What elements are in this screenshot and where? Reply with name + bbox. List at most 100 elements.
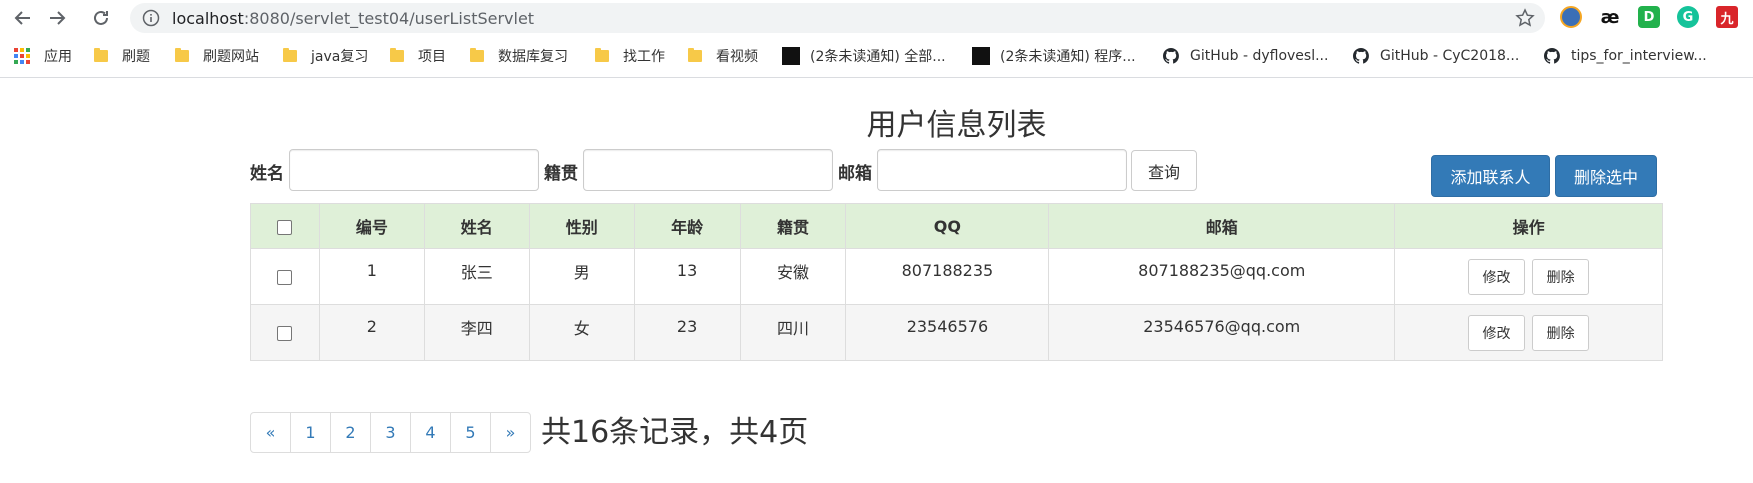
github-icon xyxy=(1352,48,1369,64)
header-gender: 性别 xyxy=(528,203,635,249)
bookmark-label: GitHub - CyC2018... xyxy=(1380,48,1520,64)
delete-selected-button[interactable]: 删除选中 xyxy=(1555,155,1657,197)
info-icon[interactable] xyxy=(142,9,160,27)
browser-chrome: localhost:8080/servlet_test04/userListSe… xyxy=(0,0,1753,78)
cell-actions: 修改 删除 xyxy=(1394,248,1663,305)
edit-button[interactable]: 修改 xyxy=(1468,314,1526,351)
delete-button[interactable]: 删除 xyxy=(1532,314,1590,351)
name-label: 姓名 xyxy=(250,164,284,184)
folder-icon xyxy=(595,48,609,62)
github-icon xyxy=(1543,48,1560,64)
bookmark-item[interactable]: java复习 xyxy=(283,46,368,66)
bookmark-item[interactable]: 项目 xyxy=(390,46,446,66)
cell-age-text: 23 xyxy=(676,317,698,336)
table-header-row: 编号 姓名 性别 年龄 籍贯 QQ 邮箱 操作 xyxy=(250,203,1663,249)
extension-glyph: æ xyxy=(1600,6,1620,28)
cell-qq: 23546576 xyxy=(845,304,1050,361)
bookmark-item[interactable]: (2条未读通知) 程序... xyxy=(972,46,1136,66)
email-input[interactable] xyxy=(877,149,1127,191)
table-row: 1 张三 男 13 安徽 807188235 807188235@qq.com … xyxy=(250,248,1663,305)
bookmark-item[interactable]: (2条未读通知) 全部... xyxy=(782,46,946,66)
url-text: localhost:8080/servlet_test04/userListSe… xyxy=(172,9,534,28)
cell-gender: 男 xyxy=(528,248,635,305)
header-id: 编号 xyxy=(318,203,425,249)
reload-button[interactable] xyxy=(88,5,114,31)
bookmark-item[interactable]: GitHub - dyflovesl... xyxy=(1162,46,1328,66)
cell-actions: 修改 删除 xyxy=(1394,304,1663,361)
row-checkbox[interactable] xyxy=(277,270,293,285)
extension-red-icon[interactable]: 九 xyxy=(1716,6,1738,28)
bookmark-item[interactable]: 看视频 xyxy=(688,46,758,66)
cell-origin: 安徽 xyxy=(739,248,847,305)
forward-button[interactable] xyxy=(44,5,70,31)
cell-qq-text: 23546576 xyxy=(906,317,989,336)
bookmark-item[interactable]: GitHub - CyC2018... xyxy=(1352,46,1519,66)
apps-grid-dot xyxy=(14,48,18,52)
star-icon[interactable] xyxy=(1515,8,1535,28)
pagination-page-5[interactable]: 5 xyxy=(450,412,491,453)
delete-button[interactable]: 删除 xyxy=(1532,258,1590,295)
cell-email: 23546576@qq.com xyxy=(1048,304,1396,361)
header-email: 邮箱 xyxy=(1048,203,1396,249)
folder-icon xyxy=(390,48,404,62)
cell-qq-text: 807188235 xyxy=(901,261,994,280)
bookmark-label: 数据库复习 xyxy=(498,49,568,65)
select-all-checkbox[interactable] xyxy=(277,219,293,235)
pagination-next[interactable]: » xyxy=(490,412,531,453)
github-icon xyxy=(1162,48,1179,64)
origin-input[interactable] xyxy=(583,149,833,191)
apps-grid-dot xyxy=(14,60,18,64)
apps-grid-dot xyxy=(14,54,18,58)
cell-origin: 四川 xyxy=(739,304,847,361)
back-button[interactable] xyxy=(10,5,36,31)
address-bar[interactable]: localhost:8080/servlet_test04/userListSe… xyxy=(130,3,1545,33)
page-title: 用户信息列表 xyxy=(866,108,1047,143)
extension-avatar-icon[interactable] xyxy=(1560,6,1582,28)
pagination-page-4[interactable]: 4 xyxy=(410,412,451,453)
folder-icon xyxy=(94,48,108,62)
name-input[interactable] xyxy=(289,149,539,191)
apps-grid-dot xyxy=(26,54,30,58)
apps-grid-dot xyxy=(20,48,24,52)
apps-grid-dot xyxy=(20,54,24,58)
pagination-prev[interactable]: « xyxy=(250,412,291,453)
cell-age: 13 xyxy=(633,248,741,305)
extension-grammarly-icon[interactable]: G xyxy=(1677,6,1699,28)
cell-name-text: 张三 xyxy=(460,262,493,282)
extension-d-icon[interactable]: D xyxy=(1638,6,1660,28)
table-row: 2 李四 女 23 四川 23546576 23546576@qq.com 修改… xyxy=(250,304,1663,361)
bookmark-item[interactable]: 找工作 xyxy=(595,46,665,66)
header-name: 姓名 xyxy=(423,203,530,249)
bookmark-item[interactable]: tips_for_interview... xyxy=(1543,46,1707,66)
row-checkbox[interactable] xyxy=(277,326,293,341)
cell-email-text: 23546576@qq.com xyxy=(1143,317,1301,336)
apps-grid-icon xyxy=(14,48,30,64)
cell-name: 张三 xyxy=(423,248,530,305)
header-qq: QQ xyxy=(845,203,1050,249)
bookmark-label: 看视频 xyxy=(716,49,758,65)
bookmark-label: 刷题网站 xyxy=(203,49,259,65)
pagination-page-2[interactable]: 2 xyxy=(330,412,371,453)
edit-button[interactable]: 修改 xyxy=(1468,258,1526,295)
cell-email: 807188235@qq.com xyxy=(1048,248,1396,305)
folder-icon xyxy=(283,48,297,62)
add-contact-button[interactable]: 添加联系人 xyxy=(1431,155,1550,197)
cell-id: 2 xyxy=(318,304,425,361)
pagination-page-3[interactable]: 3 xyxy=(370,412,411,453)
bookmark-item[interactable]: 数据库复习 xyxy=(470,46,568,66)
bookmark-item[interactable]: 刷题网站 xyxy=(175,46,259,66)
cell-age-text: 13 xyxy=(676,261,698,280)
header-actions: 操作 xyxy=(1394,203,1663,249)
bookmark-item[interactable]: 刷题 xyxy=(94,46,150,66)
pagination-page-1[interactable]: 1 xyxy=(290,412,331,453)
origin-label: 籍贯 xyxy=(544,164,578,184)
apps-grid-dot xyxy=(20,60,24,64)
folder-icon xyxy=(688,48,702,62)
header-origin: 籍贯 xyxy=(739,203,847,249)
extension-glyph: 九 xyxy=(1720,11,1734,27)
pagination: « 1 2 3 4 5 » xyxy=(250,412,531,453)
csdn-icon xyxy=(782,47,800,65)
query-button[interactable]: 查询 xyxy=(1131,150,1197,191)
bookmark-item[interactable]: 应用 xyxy=(14,46,72,66)
extension-ae-icon[interactable]: æ xyxy=(1599,6,1621,28)
